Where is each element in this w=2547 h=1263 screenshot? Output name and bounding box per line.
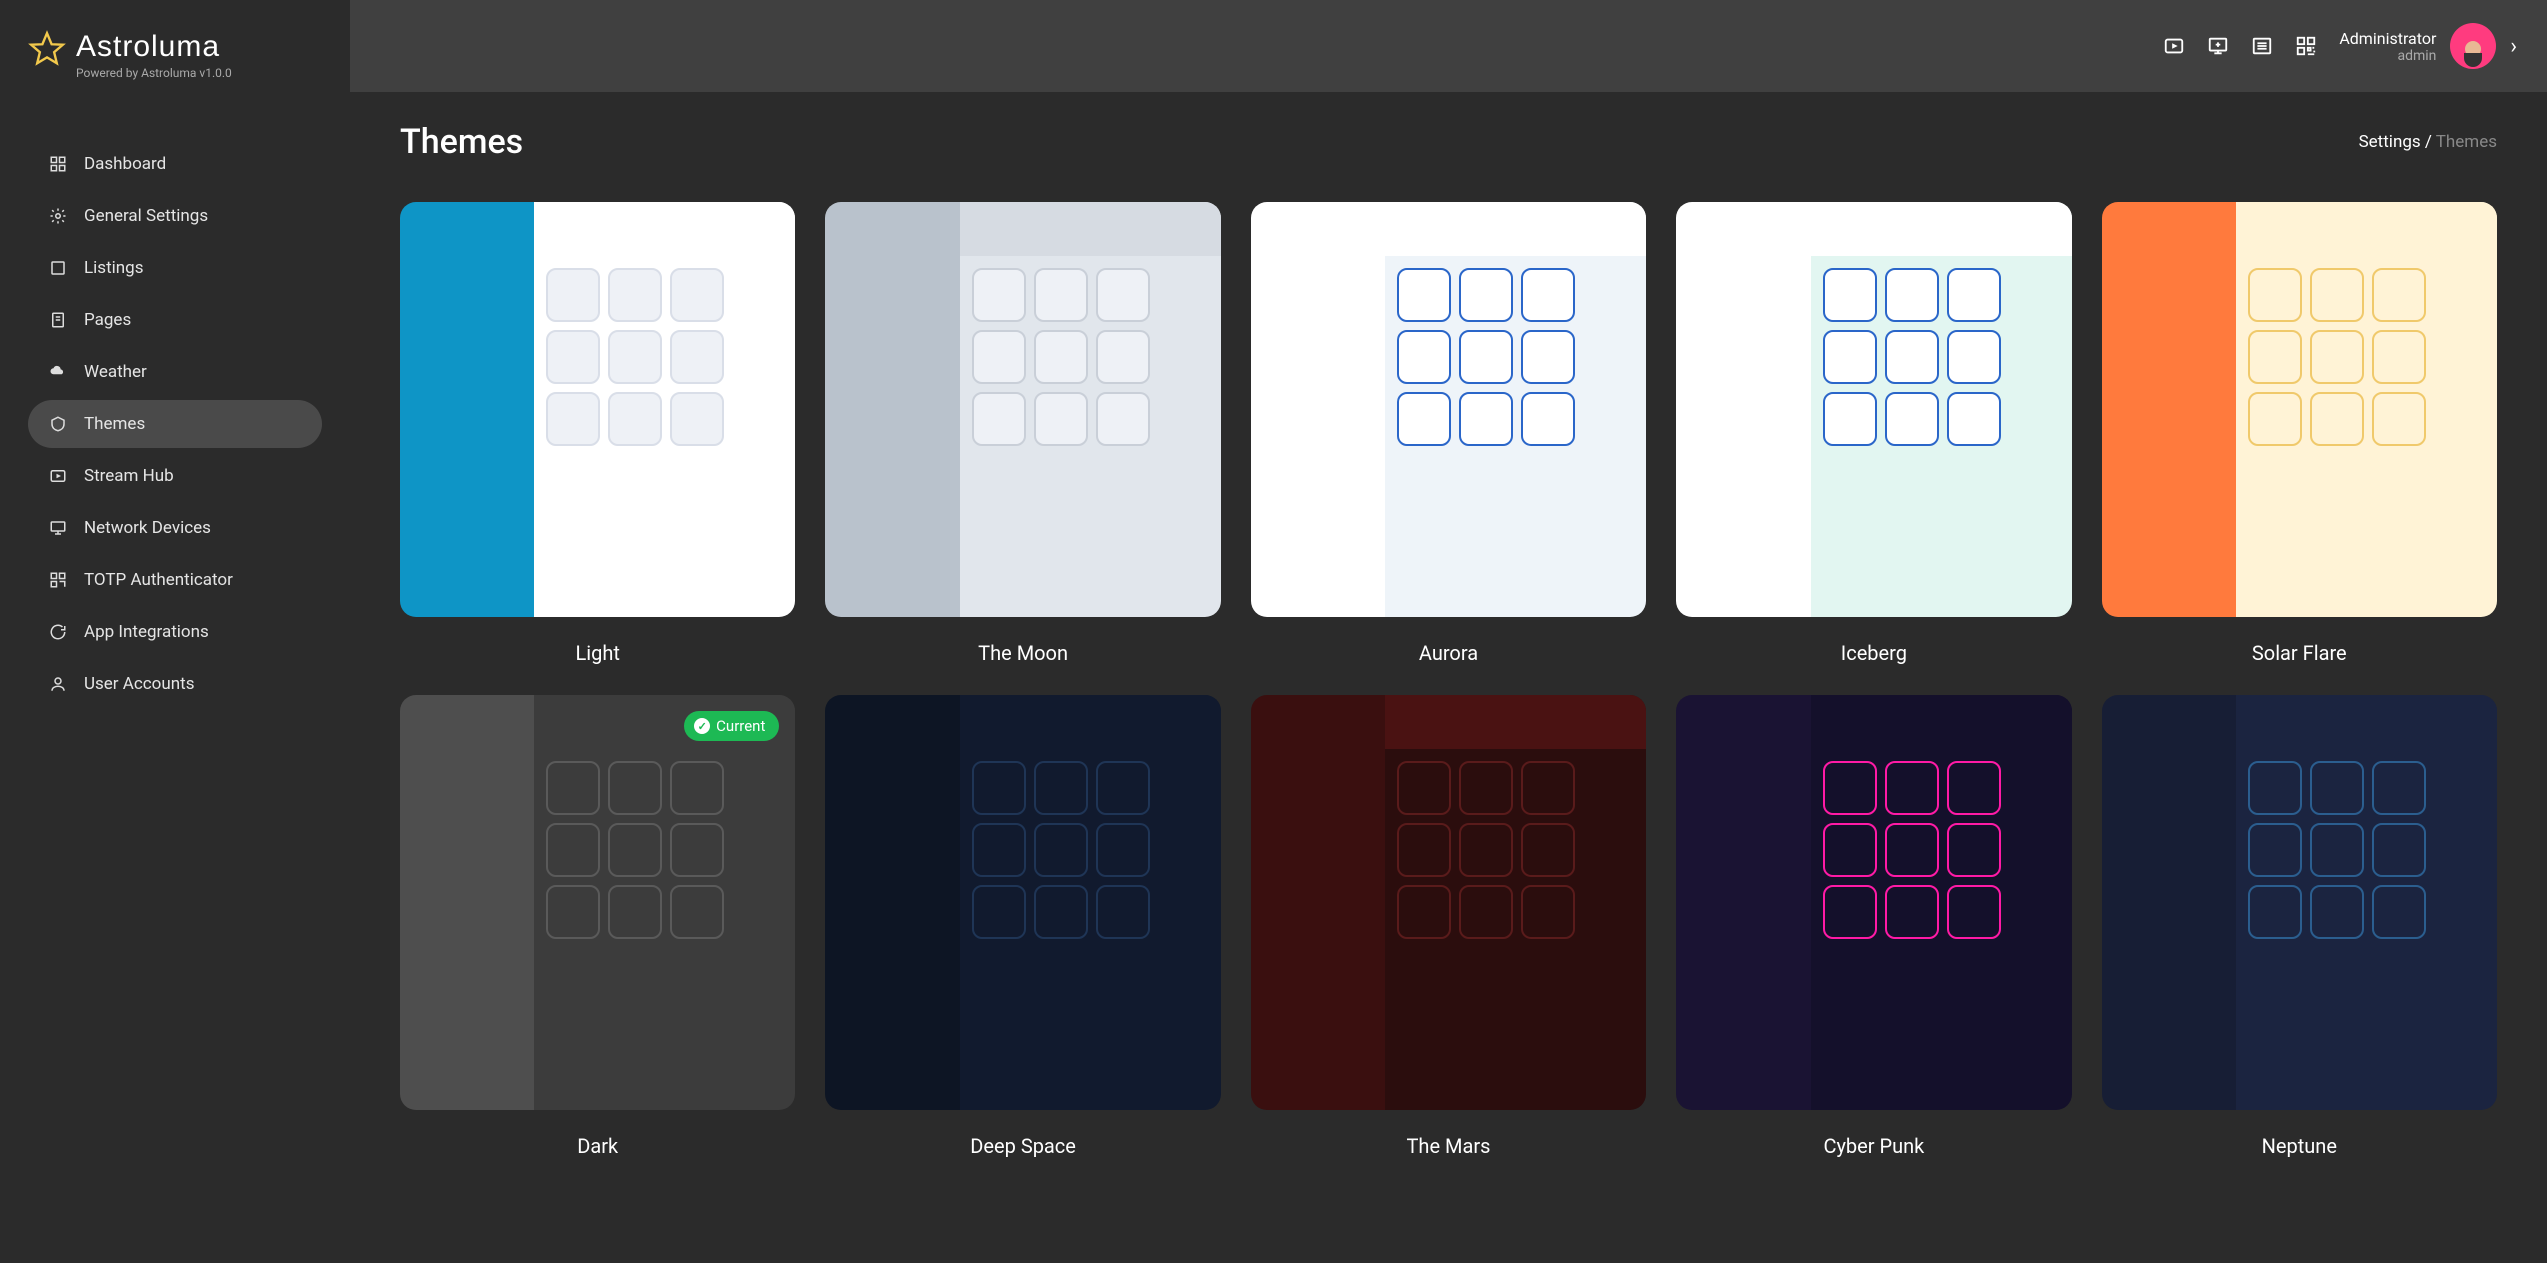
sidebar-item-totp[interactable]: TOTP Authenticator (28, 556, 322, 604)
sidebar: Astroluma Powered by Astroluma v1.0.0 Da… (0, 0, 350, 1263)
brand-name: Astroluma (76, 30, 232, 64)
themes-grid: Light The Moon Aurora Iceberg Solar Flare ✓Cu… (400, 202, 2497, 1158)
theme-name: The Moon (825, 641, 1220, 665)
totp-icon (48, 570, 68, 590)
theme-card-moon[interactable]: The Moon (825, 202, 1220, 665)
star-logo-icon (28, 30, 66, 68)
sidebar-item-users[interactable]: User Accounts (28, 660, 322, 708)
user-display-name: Administrator (2339, 29, 2436, 48)
theme-card-aurora[interactable]: Aurora (1251, 202, 1646, 665)
sidebar-item-general[interactable]: General Settings (28, 192, 322, 240)
theme-card-cyber[interactable]: Cyber Punk (1676, 695, 2071, 1158)
theme-name: Solar Flare (2102, 641, 2497, 665)
sidebar-item-dashboard[interactable]: Dashboard (28, 140, 322, 188)
network-icon (48, 518, 68, 538)
sidebar-item-streamhub[interactable]: Stream Hub (28, 452, 322, 500)
sidebar-item-label: Weather (84, 362, 147, 382)
theme-card-iceberg[interactable]: Iceberg (1676, 202, 2071, 665)
breadcrumb-parent[interactable]: Settings (2359, 132, 2421, 152)
breadcrumb: Settings / Themes (2359, 132, 2497, 152)
sidebar-item-apps[interactable]: App Integrations (28, 608, 322, 656)
play-icon[interactable] (2161, 33, 2187, 59)
sidebar-item-label: Stream Hub (84, 466, 174, 486)
theme-preview (1676, 202, 2071, 617)
apps-icon (48, 622, 68, 642)
theme-name: Deep Space (825, 1134, 1220, 1158)
theme-name: Light (400, 641, 795, 665)
theme-name: Cyber Punk (1676, 1134, 2071, 1158)
theme-preview (2102, 695, 2497, 1110)
chevron-right-icon[interactable]: › (2510, 34, 2517, 59)
sidebar-item-network[interactable]: Network Devices (28, 504, 322, 552)
theme-preview (2102, 202, 2497, 617)
topbar: Administrator admin › (350, 0, 2547, 92)
sidebar-item-weather[interactable]: Weather (28, 348, 322, 396)
theme-card-dark[interactable]: ✓Current Dark (400, 695, 795, 1158)
general-icon (48, 206, 68, 226)
theme-preview (825, 202, 1220, 617)
sidebar-item-listings[interactable]: Listings (28, 244, 322, 292)
check-icon: ✓ (694, 718, 710, 734)
streamhub-icon (48, 466, 68, 486)
logo-block[interactable]: Astroluma Powered by Astroluma v1.0.0 (28, 30, 322, 80)
theme-preview (1251, 695, 1646, 1110)
weather-icon (48, 362, 68, 382)
sidebar-item-label: Pages (84, 310, 131, 330)
add-display-icon[interactable] (2205, 33, 2231, 59)
list-icon[interactable] (2249, 33, 2275, 59)
theme-preview (825, 695, 1220, 1110)
sidebar-item-label: Network Devices (84, 518, 211, 538)
theme-card-light[interactable]: Light (400, 202, 795, 665)
theme-preview (1251, 202, 1646, 617)
sidebar-item-themes[interactable]: Themes (28, 400, 322, 448)
sidebar-item-label: Listings (84, 258, 143, 278)
themes-icon (48, 414, 68, 434)
user-role: admin (2339, 48, 2436, 64)
sidebar-item-label: App Integrations (84, 622, 209, 642)
theme-name: Neptune (2102, 1134, 2497, 1158)
sidebar-item-label: User Accounts (84, 674, 194, 694)
theme-name: Aurora (1251, 641, 1646, 665)
theme-preview (400, 202, 795, 617)
dashboard-icon (48, 154, 68, 174)
theme-card-deep[interactable]: Deep Space (825, 695, 1220, 1158)
breadcrumb-current: Themes (2436, 132, 2497, 152)
sidebar-item-pages[interactable]: Pages (28, 296, 322, 344)
theme-card-solar[interactable]: Solar Flare (2102, 202, 2497, 665)
page-title: Themes (400, 122, 523, 162)
sidebar-item-label: TOTP Authenticator (84, 570, 233, 590)
avatar (2450, 23, 2496, 69)
listings-icon (48, 258, 68, 278)
theme-name: Dark (400, 1134, 795, 1158)
sidebar-item-label: Dashboard (84, 154, 166, 174)
users-icon (48, 674, 68, 694)
current-badge: ✓Current (684, 711, 779, 741)
sidebar-nav: Dashboard General Settings Listings Pages We… (28, 140, 322, 708)
qr-icon[interactable] (2293, 33, 2319, 59)
sidebar-item-label: Themes (84, 414, 145, 434)
brand-tagline: Powered by Astroluma v1.0.0 (76, 66, 232, 80)
theme-name: The Mars (1251, 1134, 1646, 1158)
theme-name: Iceberg (1676, 641, 2071, 665)
theme-preview: ✓Current (400, 695, 795, 1110)
user-menu[interactable]: Administrator admin › (2339, 23, 2517, 69)
theme-card-neptune[interactable]: Neptune (2102, 695, 2497, 1158)
theme-card-mars[interactable]: The Mars (1251, 695, 1646, 1158)
pages-icon (48, 310, 68, 330)
theme-preview (1676, 695, 2071, 1110)
sidebar-item-label: General Settings (84, 206, 208, 226)
